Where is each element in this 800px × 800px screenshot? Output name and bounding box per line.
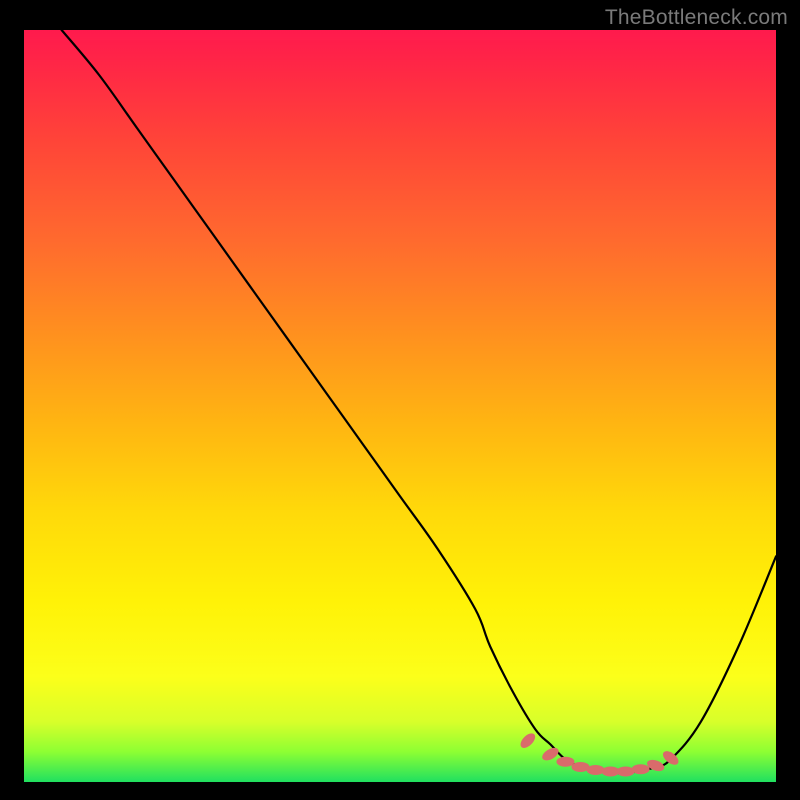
min-marker (518, 731, 538, 751)
min-marker (556, 757, 574, 767)
watermark-text: TheBottleneck.com (605, 6, 788, 30)
min-marker (632, 764, 650, 774)
bottleneck-curve-path (62, 30, 776, 773)
gradient-plot-area (24, 30, 776, 782)
curve-layer (24, 30, 776, 782)
min-marker (587, 765, 605, 775)
min-marker (617, 766, 635, 776)
chart-frame: TheBottleneck.com (0, 0, 800, 800)
